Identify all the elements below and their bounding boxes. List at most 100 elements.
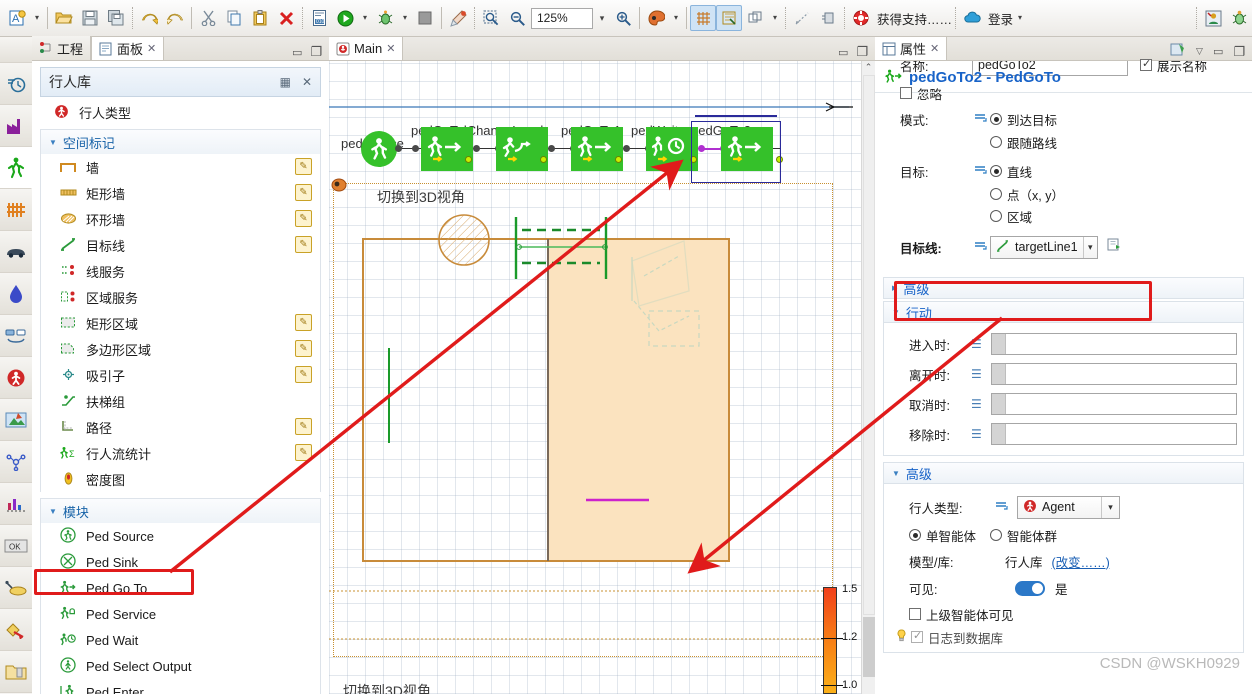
- edit-pencil-icon[interactable]: ✎: [295, 366, 312, 383]
- rail-item-fluid[interactable]: [0, 273, 32, 315]
- library-item-ped-enter[interactable]: Ped Enter: [41, 679, 320, 694]
- library-item-ped-sink[interactable]: Ped Sink: [41, 549, 320, 575]
- save-icon[interactable]: [77, 5, 103, 31]
- scrollbar-thumb-active[interactable]: [863, 617, 875, 677]
- navigate-to-icon[interactable]: [1107, 238, 1124, 256]
- port-conn-5[interactable]: [623, 145, 630, 152]
- library-item-ped-service[interactable]: Ped Service: [41, 601, 320, 627]
- library-item-rect-area[interactable]: 矩形区域 ✎: [41, 310, 320, 336]
- library-item-ped-go-to[interactable]: Ped Go To: [41, 575, 320, 601]
- zoom-fit-icon[interactable]: [478, 5, 504, 31]
- library-item-rect-wall[interactable]: 矩形墙 ✎: [41, 180, 320, 206]
- zoom-in-icon[interactable]: [610, 5, 636, 31]
- edit-pencil-icon[interactable]: ✎: [295, 340, 312, 357]
- library-item-area-service[interactable]: 区域服务: [41, 284, 320, 310]
- ped-type-combo[interactable]: Agent ▾: [1017, 495, 1120, 519]
- bug-icon[interactable]: [1226, 5, 1252, 31]
- block-pedChangeLevel[interactable]: [496, 127, 548, 171]
- edit-properties-icon[interactable]: [1170, 43, 1186, 60]
- library-item-line-service[interactable]: 线服务: [41, 258, 320, 284]
- target-radio-point[interactable]: 点（x, y）: [990, 185, 1064, 204]
- library-item-pathway[interactable]: 路径 ✎: [41, 414, 320, 440]
- dynamic-value-icon[interactable]: [972, 163, 990, 179]
- code-list-icon[interactable]: ☰: [971, 427, 991, 441]
- port-out-pedGoTo[interactable]: [465, 156, 472, 163]
- view-3d-label[interactable]: 切换到3D视角: [377, 187, 465, 207]
- rail-item-gis[interactable]: [0, 399, 32, 441]
- block-pedGoTo[interactable]: [421, 127, 473, 171]
- on-exit-code-input[interactable]: [991, 363, 1237, 385]
- target-radio-line[interactable]: 直线: [990, 162, 1032, 181]
- section-actions[interactable]: ▼ 行动: [883, 301, 1244, 323]
- new-model-caret-icon[interactable]: ▾: [30, 5, 44, 31]
- library-item-attractor[interactable]: 吸引子 ✎: [41, 362, 320, 388]
- rail-item-pedestrian[interactable]: [0, 147, 32, 189]
- port-out-pedSource[interactable]: [395, 145, 402, 152]
- code-list-icon[interactable]: ☰: [971, 337, 991, 351]
- edit-pencil-icon[interactable]: ✎: [295, 236, 312, 253]
- stop-icon[interactable]: [412, 5, 438, 31]
- debug-caret-icon[interactable]: ▾: [398, 5, 412, 31]
- code-list-icon[interactable]: ☰: [971, 367, 991, 381]
- edit-pencil-icon[interactable]: ✎: [295, 210, 312, 227]
- run-icon[interactable]: [332, 5, 358, 31]
- canvas-vertical-scrollbar[interactable]: ⌃: [861, 61, 875, 694]
- chevron-down-icon[interactable]: ▾: [1082, 236, 1097, 258]
- close-icon[interactable]: ✕: [302, 75, 312, 89]
- debug-icon[interactable]: [372, 5, 398, 31]
- block-pedSource[interactable]: [361, 131, 397, 167]
- edit-pencil-icon[interactable]: ✎: [295, 444, 312, 461]
- library-item-target-line[interactable]: 目标线 ✎: [41, 232, 320, 258]
- get-support-button[interactable]: 获得支持……: [848, 5, 952, 31]
- close-icon[interactable]: ✕: [386, 42, 395, 55]
- route-style-icon[interactable]: [815, 5, 841, 31]
- highlight-icon[interactable]: [445, 5, 471, 31]
- target-line-left[interactable]: [388, 348, 390, 443]
- log-to-db-checkbox[interactable]: 日志到数据库: [911, 628, 1003, 647]
- maximize-icon[interactable]: ❐: [856, 44, 868, 60]
- close-icon[interactable]: ✕: [147, 42, 156, 55]
- presentation-anchor-icon[interactable]: [331, 177, 347, 193]
- undo-icon[interactable]: [136, 5, 162, 31]
- port-out-pedGoTo1[interactable]: [615, 156, 622, 163]
- rail-item-connectivity[interactable]: [0, 609, 32, 651]
- library-item-ped-select-output[interactable]: Ped Select Output: [41, 653, 320, 679]
- tab-main[interactable]: Main ✕: [329, 36, 404, 60]
- redo-icon[interactable]: [162, 5, 188, 31]
- section-advanced-1[interactable]: ▶ 高级: [883, 277, 1244, 299]
- close-icon[interactable]: ✕: [930, 42, 939, 55]
- library-item-circular-wall[interactable]: 环形墙 ✎: [41, 206, 320, 232]
- zoom-select-icon[interactable]: [504, 5, 530, 31]
- color-icon[interactable]: [643, 5, 669, 31]
- target-radio-area[interactable]: 区域: [990, 207, 1032, 226]
- collapse-all-icon[interactable]: ▽: [1196, 46, 1203, 57]
- rail-item-road[interactable]: [0, 231, 32, 273]
- dynamic-value-icon[interactable]: [972, 111, 990, 127]
- library-item-wall[interactable]: 墙 ✎: [41, 154, 320, 180]
- model-lib-change-link[interactable]: (改变……): [1052, 552, 1110, 571]
- group-header[interactable]: ▼ 空间标记: [41, 130, 320, 154]
- tab-palette[interactable]: 面板 ✕: [91, 36, 165, 60]
- minimize-icon[interactable]: ▭: [292, 46, 302, 59]
- radio-agent-population[interactable]: 智能体群: [990, 526, 1057, 545]
- color-caret-icon[interactable]: ▾: [669, 5, 683, 31]
- library-body[interactable]: 行人类型 ▼ 空间标记 墙 ✎ 矩形墙 ✎ 环形墙 ✎ 目标线 ✎ 线服务 区域…: [40, 99, 321, 694]
- minimize-icon[interactable]: ▭: [838, 46, 848, 59]
- edit-pencil-icon[interactable]: ✎: [295, 314, 312, 331]
- tab-properties[interactable]: 属性 ✕: [875, 36, 948, 60]
- library-item-escalator-group[interactable]: 扶梯组: [41, 388, 320, 414]
- delete-icon[interactable]: [273, 5, 299, 31]
- group-header[interactable]: ▼ 模块: [41, 499, 320, 523]
- port-in-pedGoTo[interactable]: [412, 145, 419, 152]
- zoom-dropdown-caret-icon[interactable]: ▾: [594, 8, 610, 29]
- code-list-icon[interactable]: ☰: [971, 397, 991, 411]
- grid-view-icon[interactable]: ▦: [280, 75, 291, 89]
- library-item-density-map[interactable]: 密度图: [41, 466, 320, 492]
- rail-item-project-folder[interactable]: [0, 651, 32, 693]
- new-model-icon[interactable]: A: [4, 5, 30, 31]
- visible-toggle[interactable]: [1015, 580, 1045, 596]
- paste-icon[interactable]: [247, 5, 273, 31]
- login-caret-icon[interactable]: ▾: [1013, 5, 1027, 31]
- port-conn-3[interactable]: [548, 145, 555, 152]
- maximize-icon[interactable]: ❐: [310, 44, 322, 60]
